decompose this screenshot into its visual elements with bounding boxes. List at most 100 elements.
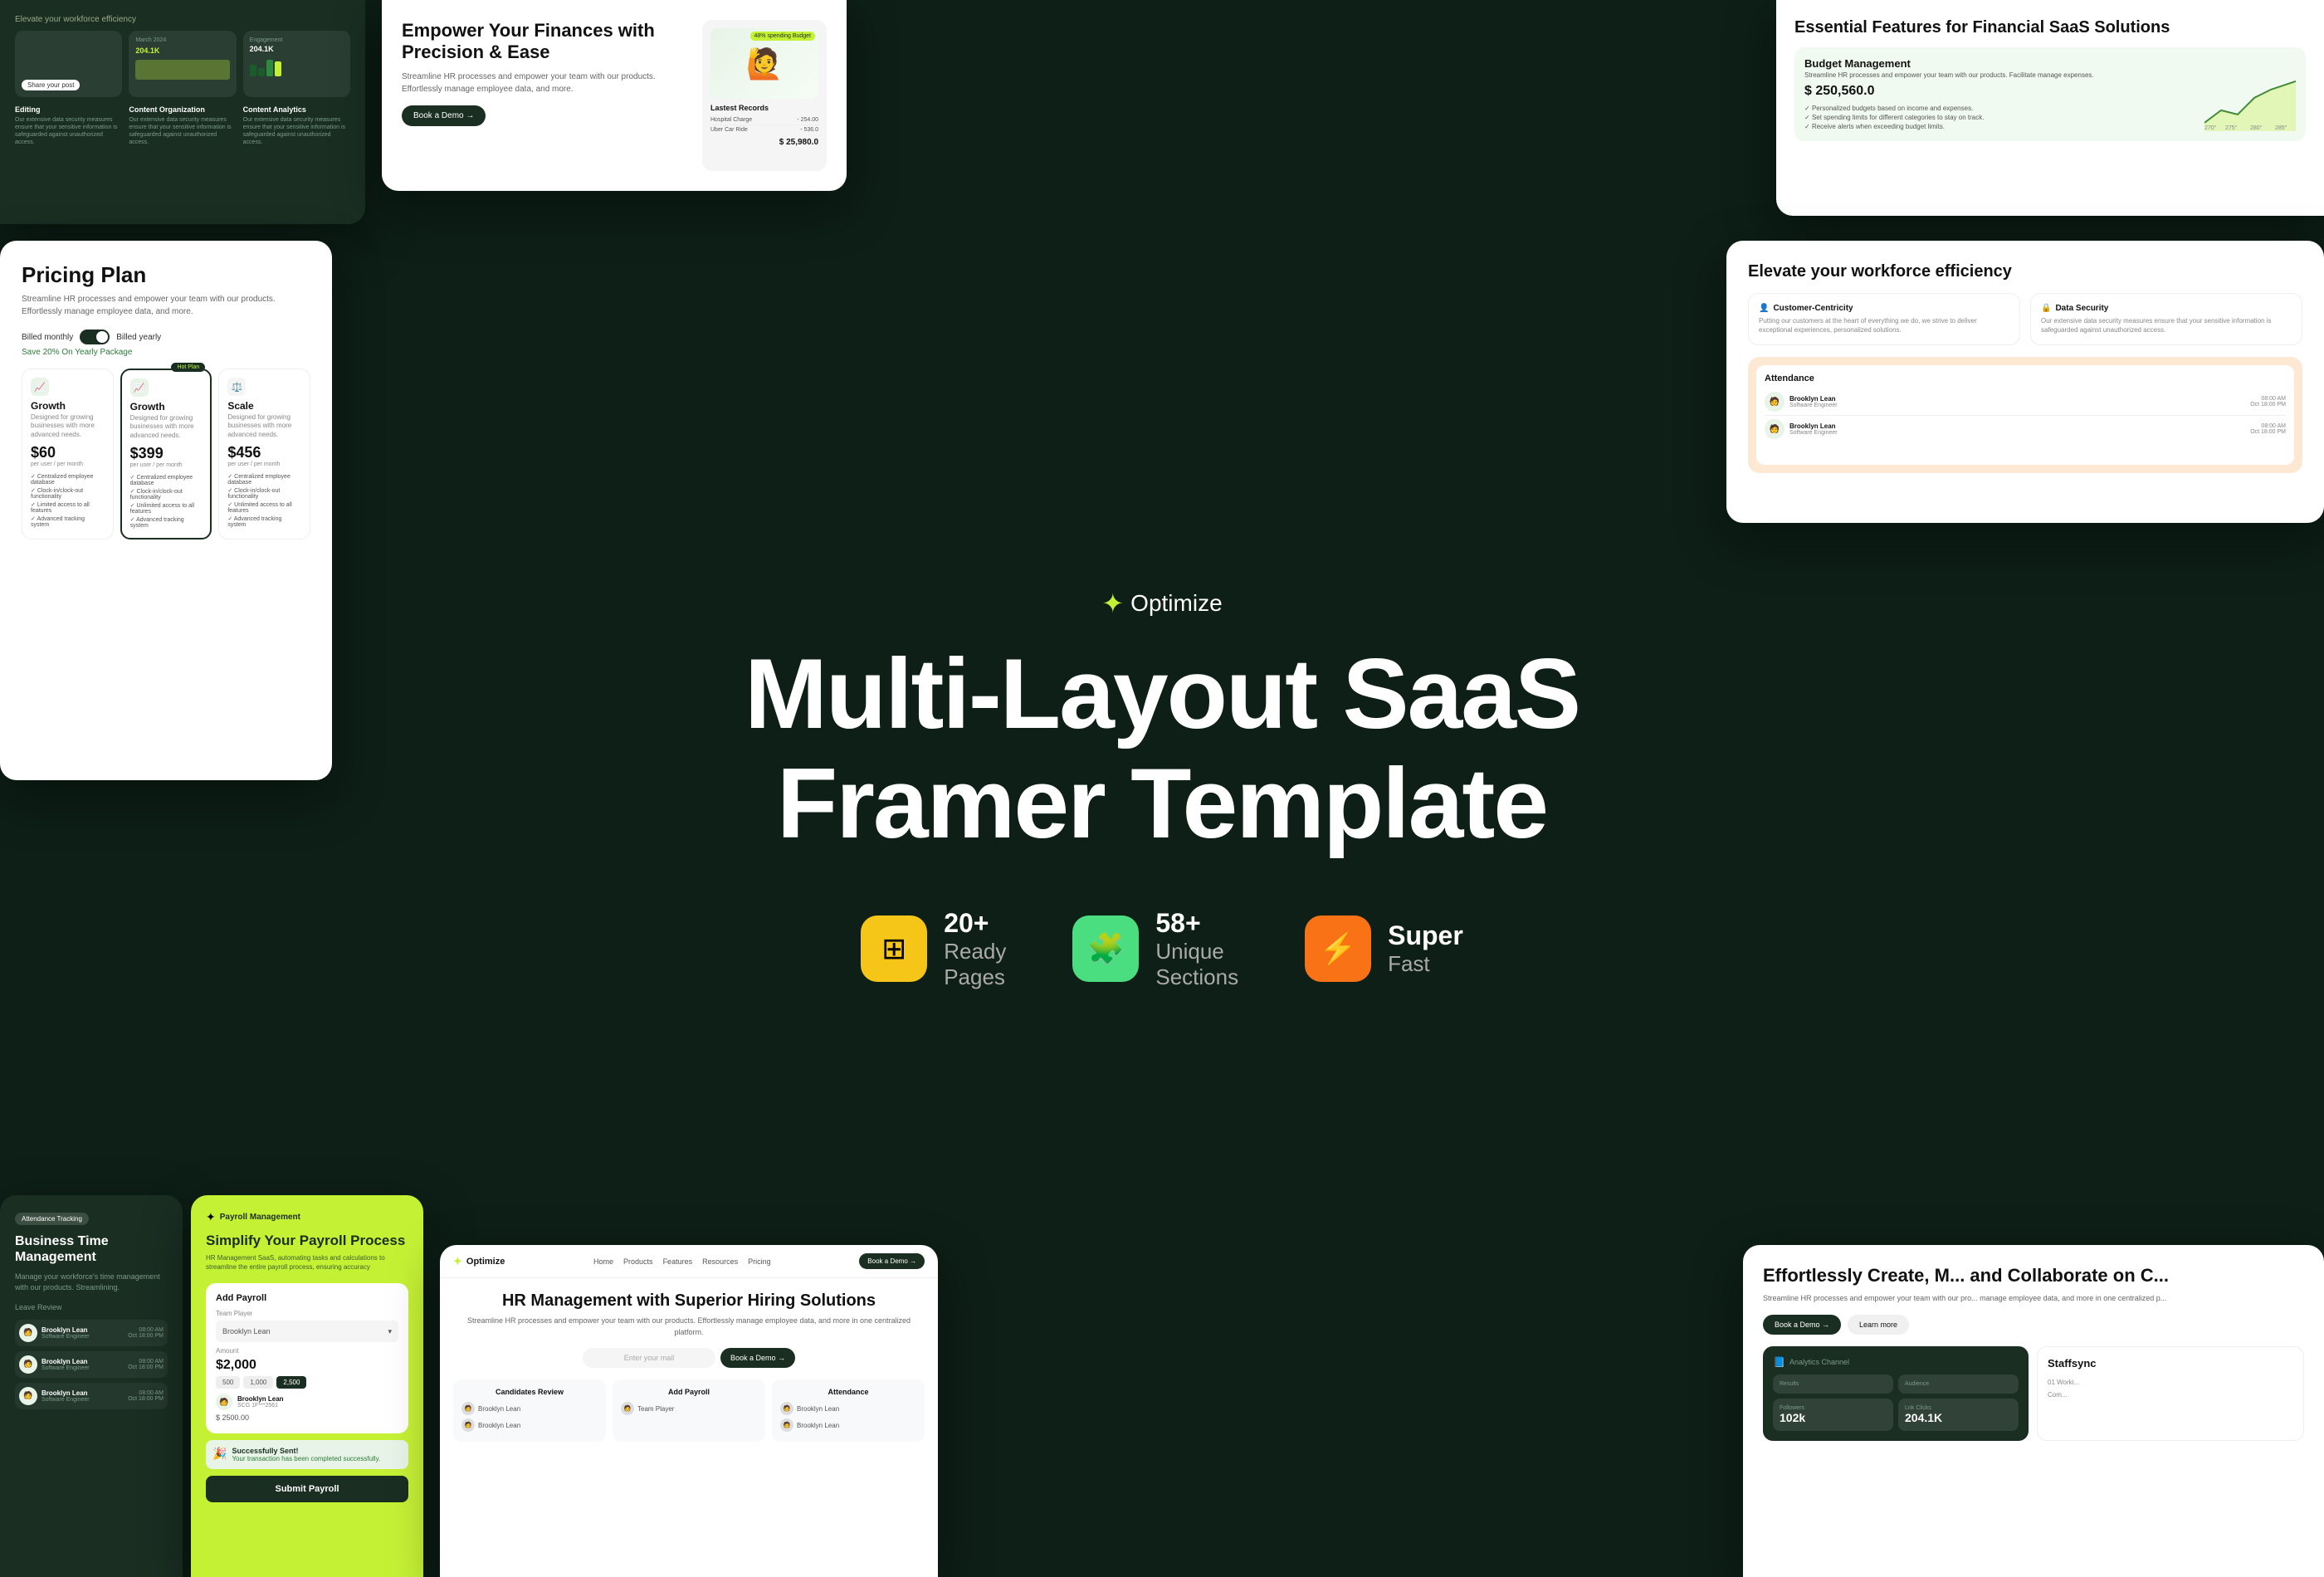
payroll-team-label: Team Player	[216, 1310, 398, 1317]
hr-mgmt-card: ✦ Optimize Home Products Features Resour…	[440, 1245, 938, 1577]
collaborate-card: Effortlessly Create, M... and Collaborat…	[1743, 1245, 2324, 1577]
label-editing: Editing Our extensive data security meas…	[15, 105, 122, 146]
plan3-desc: Designed for growing businesses with mor…	[227, 413, 301, 439]
finance-text: Empower Your Finances with Precision & E…	[402, 20, 689, 171]
billing-toggle[interactable]	[80, 330, 110, 344]
budget-box: Budget Management Streamline HR processe…	[1794, 47, 2306, 141]
essential-title: Essential Features for Financial SaaS So…	[1794, 18, 2306, 37]
hero-title-line2: Framer Template	[777, 748, 1547, 859]
nav-resources[interactable]: Resources	[702, 1257, 738, 1266]
payroll-submit-btn[interactable]: Submit Payroll	[206, 1476, 408, 1502]
plan2-desc: Designed for growing businesses with mor…	[130, 414, 203, 440]
plan1-price: $60	[31, 444, 105, 461]
collab-book-btn[interactable]: Book a Demo →	[1763, 1315, 1841, 1335]
finance-person: 🙋 48% spending Budget	[710, 28, 818, 99]
time-mgmt-title: Business Time Management	[15, 1233, 168, 1265]
hr-book-btn[interactable]: Book a Demo →	[720, 1348, 795, 1368]
svg-text:285°: 285°	[2275, 124, 2287, 131]
billing-monthly: Billed monthly	[22, 333, 73, 342]
collaborate-inner: Effortlessly Create, M... and Collaborat…	[1743, 1245, 2324, 1577]
hr-add-payroll: Add Payroll 🧑 Team Player	[613, 1379, 765, 1442]
plan1-icon: 📈	[31, 378, 49, 396]
finance-cta-btn[interactable]: Book a Demo →	[402, 105, 486, 126]
workforce-inner: Elevate your workforce efficiency 👤 Cust…	[1726, 241, 2324, 523]
finance-card: Empower Your Finances with Precision & E…	[382, 0, 847, 191]
speed-label1: Super	[1388, 920, 1463, 951]
feature-customer: 👤 Customer-Centricity Putting our custom…	[1748, 293, 2020, 345]
save-badge: Save 20% On Yearly Package	[22, 348, 310, 357]
staffsync-name: Staffsync	[2048, 1357, 2293, 1370]
feature-security-desc: Our extensive data security measures ens…	[2041, 316, 2292, 334]
plan2-name: Growth	[130, 401, 203, 413]
hero-title-line1: Multi-Layout SaaS	[745, 638, 1579, 749]
time-mgmt-tag: Attendance Tracking	[15, 1213, 89, 1225]
analytics-header: 📘 Analytics Channel	[1773, 1356, 2019, 1368]
plan3-icon: ⚖️	[227, 378, 246, 396]
hr-attendance-section: Attendance 🧑 Brooklyn Lean 🧑 Brooklyn Le…	[772, 1379, 925, 1442]
plan1-period: per user / per month	[31, 461, 105, 467]
top-left-mini-cards: Share your post March 2024 204.1K Engage…	[15, 31, 350, 97]
payroll-desc: HR Management SaaS, automating tasks and…	[206, 1253, 408, 1272]
plan3-features: ✓ Centralized employee database ✓ Clock-…	[227, 472, 301, 529]
budget-chart: 270° 275° 280° 285°	[2204, 57, 2296, 131]
hr-nav: ✦ Optimize Home Products Features Resour…	[440, 1245, 938, 1278]
att-time-2: 08:00 AM Oct 18:00 PM	[2250, 423, 2286, 435]
plan1-name: Growth	[31, 400, 105, 412]
hr-candidate-2: 🧑 Brooklyn Lean	[461, 1417, 598, 1433]
payroll-amt-2500[interactable]: 2,500	[276, 1376, 306, 1389]
mini-card-3: Engagement 204.1K	[243, 31, 350, 97]
feature-security-title: 🔒 Data Security	[2041, 304, 2292, 313]
hr-email-input[interactable]: Enter your mail	[583, 1348, 715, 1368]
hr-cta-nav[interactable]: Book a Demo →	[859, 1253, 925, 1269]
tm-person-1: 🧑 Brooklyn Lean Software Engineer 08:00 …	[15, 1320, 168, 1346]
staffsync-row-2: Com...	[2048, 1389, 2293, 1401]
plan2-icon: 📈	[130, 378, 149, 397]
nav-features[interactable]: Features	[663, 1257, 693, 1266]
plan1-desc: Designed for growing businesses with mor…	[31, 413, 105, 439]
leave-review-label: Leave Review	[15, 1303, 168, 1311]
workforce-card: Elevate your workforce efficiency 👤 Cust…	[1726, 241, 2324, 523]
payroll-success-desc: Your transaction has been completed succ…	[232, 1455, 380, 1462]
workforce-features: 👤 Customer-Centricity Putting our custom…	[1748, 293, 2302, 345]
tm-person-3: 🧑 Brooklyn Lean Software Engineer 08:00 …	[15, 1383, 168, 1409]
nav-pricing[interactable]: Pricing	[748, 1257, 771, 1266]
toggle-thumb	[96, 331, 108, 343]
plan1-features: ✓ Centralized employee database ✓ Clock-…	[31, 472, 105, 529]
payroll-success-msg: Successfully Sent!	[232, 1447, 380, 1455]
hr-bottom-grid: Candidates Review 🧑 Brooklyn Lean 🧑 Broo…	[453, 1379, 925, 1442]
payroll-person-dropdown[interactable]: Brooklyn Lean ▾	[216, 1321, 398, 1342]
nav-home[interactable]: Home	[593, 1257, 613, 1266]
pages-number: 20+	[944, 908, 1006, 939]
hr-att-2: 🧑 Brooklyn Lean	[780, 1417, 916, 1433]
plan2-features: ✓ Centralized employee database ✓ Clock-…	[130, 473, 203, 530]
nav-products[interactable]: Products	[623, 1257, 653, 1266]
metric-audience: Audience	[1898, 1374, 2019, 1394]
payroll-success: 🎉 Successfully Sent! Your transaction ha…	[206, 1440, 408, 1469]
collab-learn-btn[interactable]: Learn more	[1848, 1315, 1909, 1335]
feature-customer-title: 👤 Customer-Centricity	[1759, 304, 2009, 313]
billing-toggle-row: Billed monthly Billed yearly	[22, 330, 310, 344]
budget-chart-svg: 270° 275° 280° 285°	[2204, 73, 2296, 131]
time-mgmt-inner: Attendance Tracking Business Time Manage…	[0, 1195, 183, 1577]
hr-mgmt-inner: ✦ Optimize Home Products Features Resour…	[440, 1245, 938, 1577]
mini-card-2: March 2024 204.1K	[129, 31, 236, 97]
hr-payroll-title: Add Payroll	[621, 1388, 757, 1396]
hr-email-row: Enter your mail Book a Demo →	[453, 1348, 925, 1368]
plan2-period: per user / per month	[130, 462, 203, 468]
hr-candidate-1: 🧑 Brooklyn Lean	[461, 1400, 598, 1417]
speed-text: Super Fast	[1388, 920, 1463, 977]
budget-text: Budget Management Streamline HR processe…	[1804, 57, 2193, 131]
hr-nav-links: Home Products Features Resources Pricing	[593, 1257, 771, 1266]
sections-label: Unique Sections	[1155, 939, 1238, 990]
mini-card-1: Share your post	[15, 31, 122, 97]
hr-candidates: Candidates Review 🧑 Brooklyn Lean 🧑 Broo…	[453, 1379, 606, 1442]
pricing-desc: Streamline HR processes and empower your…	[22, 293, 310, 318]
pricing-plans: 📈 Growth Designed for growing businesses…	[22, 369, 310, 540]
hr-logo: ✦ Optimize	[453, 1255, 505, 1268]
payroll-amt-1000[interactable]: 1,000	[243, 1376, 273, 1389]
share-post-btn[interactable]: Share your post	[22, 80, 80, 90]
hr-hero: HR Management with Superior Hiring Solut…	[440, 1278, 938, 1577]
followers-label: Followers	[1780, 1405, 1887, 1411]
payroll-amt-500[interactable]: 500	[216, 1376, 240, 1389]
pricing-inner: Pricing Plan Streamline HR processes and…	[0, 241, 332, 780]
